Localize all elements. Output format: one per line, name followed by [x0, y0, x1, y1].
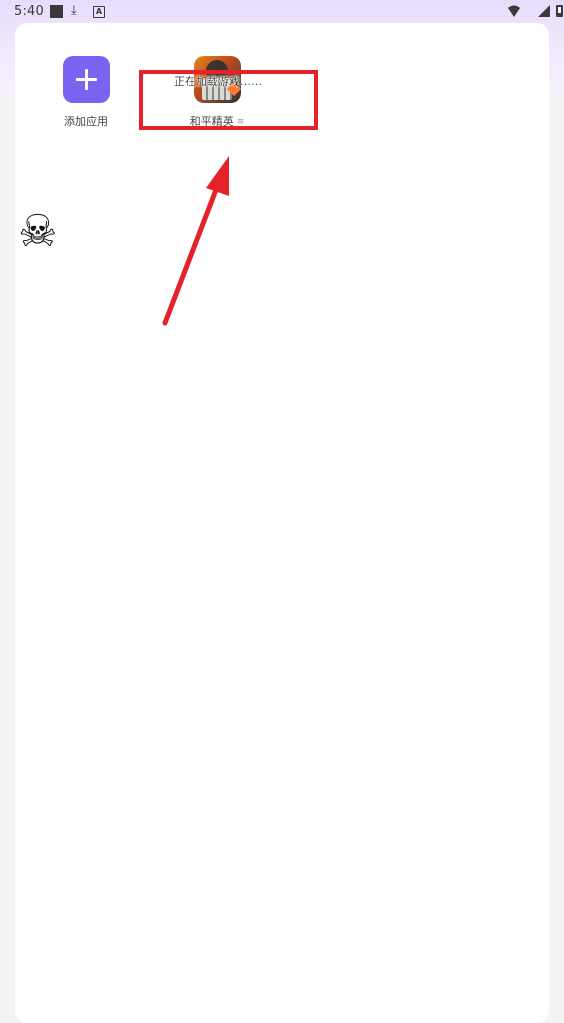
annotation-arrow: [162, 156, 229, 326]
skull-icon: ☠: [18, 206, 58, 257]
